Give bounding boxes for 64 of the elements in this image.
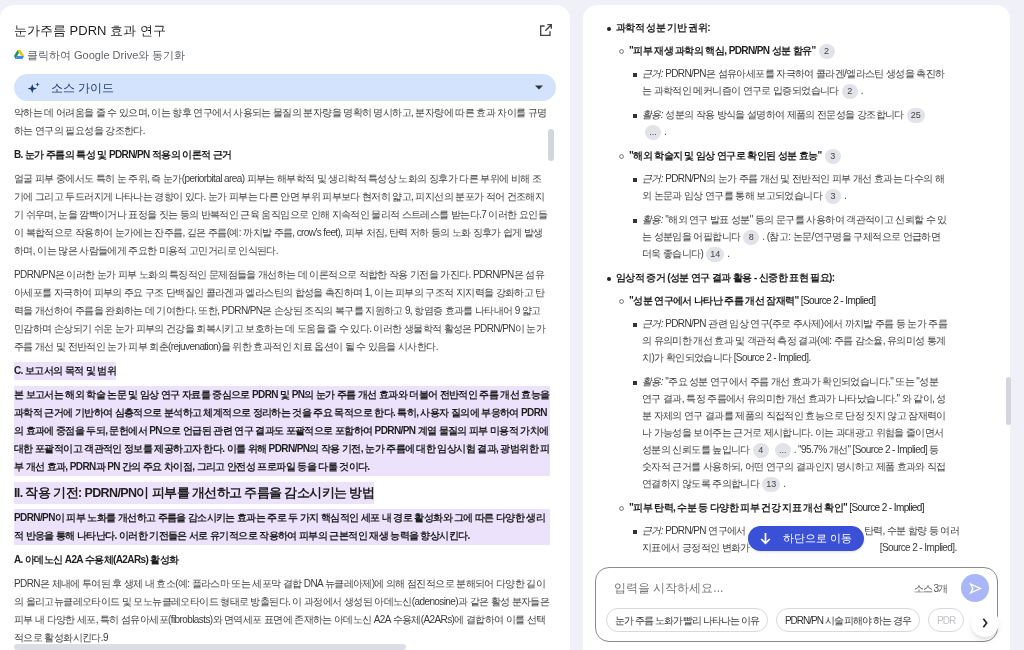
citation-chip[interactable]: 25 bbox=[906, 107, 925, 123]
body-paragraph: PDRN/PN이 피부 노화를 개선하고 주름을 감소시키는 효과는 주로 두 가지 핵심적인 세포 내 경로 활성화와 그에 따른 다양한 생리적 반응을 통해 나타난다. 이러한 기전들은 서로 유기적으로 작용하여 피부의 근본적인 재생 능력을 향상시킨다. bbox=[14, 509, 550, 545]
scrollbar-thumb[interactable] bbox=[548, 129, 554, 161]
chevron-right-icon bbox=[981, 618, 989, 628]
citation-chip[interactable]: 8 bbox=[743, 229, 760, 245]
citation-chip[interactable]: 13 bbox=[762, 476, 781, 492]
bullet-icon bbox=[633, 114, 637, 118]
list-item-text: 근거: PDRN/PN 연구에서 하단으로 이동 탄력, 수분 함량 등 여러 지표에서 긍정적인 변화가 [Source 2 - Implied]. bbox=[642, 524, 960, 555]
scrollbar-thumb[interactable] bbox=[1006, 377, 1011, 425]
list-item-text: "성분 연구에서 나타난 주름 개선 잠재력" [Source 2 - Implied] bbox=[629, 294, 876, 308]
list-item-text: "피부 탄력, 수분 등 다양한 피부 건강 지표 개선 확인" [Source 2 - Implied] bbox=[629, 501, 924, 515]
citation-chip[interactable]: 14 bbox=[706, 246, 725, 262]
subheading: A. 아데노신 A2A 수용체(A2ARs) 활성화 bbox=[14, 553, 179, 567]
list-item-text: 과학적 성분 기반 권위: bbox=[616, 21, 710, 35]
bullet-icon bbox=[633, 219, 637, 223]
arrow-down-icon bbox=[759, 532, 771, 545]
citation-chip[interactable]: 4 bbox=[752, 442, 769, 458]
subheading: B. 눈가 주름의 특성 및 PDRN/PN 적용의 이론적 근거 bbox=[14, 148, 232, 162]
source-title: 눈가주름 PDRN 효과 연구 bbox=[14, 22, 166, 40]
bullet-icon bbox=[619, 299, 624, 304]
body-paragraph: PDRN은 체내에 투여된 후 생체 내 효소(예: 플라스마 또는 세포막 결합 DNA 뉴클레아제)에 의해 점진적으로 분해되어 다양한 길이의 올리고뉴클레오타이드 및 모노뉴클레오타이드 형태로 방출된다. 이 과정에서 생성된 아데노신(adenosine)과 같은 활성 분자들은 피부 내 다양한 세포, 특히 섬유아세포(fibroblasts)와 면역세포 표면에 존재하는 아데노신 A2A 수용체(A2ARs)에 결합하여 이를 선택적으로 활성화시킨다.9 bbox=[14, 577, 550, 645]
list-item-text: 근거: PDRN/PN 관련 임상 연구(주로 주사제)에서 까치발 주름 등 눈가 주름의 유의미한 개선 효과 및 객관적 측정 결과(예: 주름 감소율, 유의미성 통계치)가 확인되었습니다 [Source 2 - Implied]. bbox=[642, 317, 948, 365]
citation-chip[interactable]: ... bbox=[645, 124, 661, 140]
section-heading: II. 작용 기전: PDRN/PN이 피부를 개선하고 주름을 감소시키는 방법 bbox=[14, 482, 375, 504]
bullet-icon bbox=[619, 506, 624, 511]
list-item-text: 근거: PDRN/PN은 섬유아세포를 자극하여 콜라겐/엘라스틴 생성을 촉진하는 과학적인 메커니즘이 연구로 입증되었습니다 2 . bbox=[642, 65, 948, 99]
list-item-text: 활용: "해외 연구 발표 성분" 등의 문구를 사용하여 객관적이고 신뢰할 수 있는 성분임을 어필합니다 8 . (참고: 논문/연구명을 구체적으로 언급하면 더욱 좋습니다) 14 . bbox=[642, 211, 948, 262]
bullet-icon bbox=[607, 277, 611, 281]
send-icon bbox=[968, 581, 982, 595]
body-paragraph: 얼굴 피부 중에서도 특히 눈 주위, 즉 눈가(periorbital area) 피부는 해부학적 및 생리학적 특성상 노화의 징후가 다른 부위에 비해 조기에 그리고 두드러지게 나타나는 경향이 있다. 눈가 피부는 다른 안면 부위 피부보다 현저히 얇고, 피지선의 분포가 적어 건조해지기 쉬우며, 눈을 깜빡이거나 표정을 짓는 등의 반복적인 근육 움직임으로 인해 지속적인 물리적 스트레스를 받는다.7 이러한 요인들이 복합적으로 작용하여 눈가에는 잔주름, 깊은 주름(예: 까치발 주름, crow's feet), 피부 처짐, 탄력 저하 등의 노화 징후가 쉽게 발생하며, 이는 많은 사람들에게 주요한 미용적 고민거리로 인식된다. bbox=[14, 172, 548, 258]
citation-chip[interactable]: ... bbox=[774, 442, 791, 458]
bullet-icon bbox=[633, 381, 637, 385]
list-item-text: 근거: PDRN/PN의 눈가 주름 개선 및 전반적인 피부 개선 효과는 다수의 해외 논문과 임상 연구를 통해 보고되었습니다 3 . bbox=[642, 170, 948, 204]
scrollbar-thumb[interactable] bbox=[14, 644, 406, 650]
bullet-icon bbox=[607, 27, 611, 31]
triangle-logo-icon bbox=[14, 50, 24, 60]
caret-down-icon bbox=[535, 85, 543, 90]
citation-chip[interactable]: 2 bbox=[841, 83, 858, 99]
list-item-text: 활용: 성분의 작용 방식을 설명하여 제품의 전문성을 강조합니다 25 ... . bbox=[642, 106, 948, 140]
send-button[interactable] bbox=[961, 574, 989, 602]
body-paragraph: 악하는 데 어려움을 줄 수 있으며, 이는 향후 연구에서 사용되는 물질의 분자량을 명확히 명시하고, 분자량에 따른 효과 차이를 규명하는 연구의 필요성을 강조한다. bbox=[14, 106, 548, 138]
citation-chip[interactable]: 3 bbox=[824, 148, 841, 164]
list-item-text: "피부 재생 과학의 핵심, PDRN/PN 성분 함유" 2 bbox=[629, 42, 838, 59]
bullet-icon bbox=[619, 154, 624, 159]
list-item-text: 임상적 증거 (성분 연구 결과 활용 - 신중한 표현 필요): bbox=[616, 271, 835, 285]
source-count: 소스 3개 bbox=[913, 581, 947, 596]
chat-input-field[interactable]: 입력을 시작하세요... bbox=[614, 579, 914, 597]
list-item-text: 활용: "주요 성분 연구에서 주름 개선 효과가 확인되었습니다." 또는 "성분 연구 결과, 특정 주름에서 유의미한 개선 효과가 나타났습니다." 와 같이, 성분 자체의 연구 결과를 제품의 직접적인 효능으로 단정 짓지 않고 잠재력이나 가능성을 보여주는 근거로 제시합니다. 이는 과대광고 위험을 줄이면서 성분의 신뢰도를 높입니다 4 ... . "95.7% 개선" [Source 2 - Implied] 등 숫자적 근거를 사용하되, 어떤 연구의 결과인지 명시하고 제품 효과와 직접 연결하지 않도록 주의합니다 13 . bbox=[642, 373, 948, 492]
bullet-icon bbox=[633, 178, 637, 182]
sync-drive-link[interactable]: 클릭하여 Google Drive와 동기화 bbox=[27, 46, 186, 63]
bullet-icon bbox=[633, 323, 637, 327]
source-guide-bar[interactable]: 소스 가이드 bbox=[14, 74, 556, 101]
body-paragraph: 본 보고서는 해외 학술 논문 및 임상 연구 자료를 중심으로 PDRN 및 PN의 눈가 주름 개선 효과와 더불어 전반적인 주름 개선 효능을 과학적 근거에 기반하여 심층적으로 분석하고 체계적으로 정리하는 것을 주요 목적으로 한다. 특히, 사용자 질의에 부응하여 PDRN의 효과에 중점을 두되, 문헌에서 PN으로 언급된 관련 연구 결과도 포괄적으로 포함하여 PDRN/PN 계열 물질의 피부 미용적 가치에 대한 포괄적이고 객관적인 정보를 제공하고자 한다. 이를 위해 PDRN/PN의 작용 기전, 눈가 주름에 대한 임상시험 결과, 광범위한 피부 개선 효과, PDRN과 PN 간의 주요 차이점, 그리고 안전성 프로파일 등을 다룰 것이다. bbox=[14, 386, 550, 476]
sparkle-icon bbox=[27, 80, 41, 95]
list-item-text: "해외 학술지 및 임상 연구로 확인된 성분 효능" 3 bbox=[629, 147, 844, 164]
bullet-icon bbox=[619, 49, 624, 54]
open-external-icon[interactable] bbox=[538, 22, 554, 38]
citation-chip[interactable]: 2 bbox=[818, 43, 835, 59]
bullet-icon bbox=[633, 73, 637, 77]
next-suggestions-button[interactable] bbox=[971, 609, 999, 637]
citation-chip[interactable]: 3 bbox=[825, 188, 842, 204]
body-paragraph: PDRN/PN은 이러한 눈가 피부 노화의 특징적인 문제점들을 개선하는 데 이론적으로 적합한 작용 기전을 가진다. PDRN/PN은 섬유아세포를 자극하여 피부의 주요 구조 단백질인 콜라겐과 엘라스틴의 합성을 촉진하며 1, 이는 피부의 구조적 지지력을 강화하고 탄력을 개선하여 주름을 완화하는 데 기여한다. 또한, PDRN/PN은 손상된 조직의 복구를 지원하고 9, 항염증 효과를 나타내어 9 얇고 민감하며 손상되기 쉬운 눈가 피부의 건강을 회복시키고 보호하는 데 도움을 줄 수 있다. 이러한 생물학적 활성은 PDRN/PN이 눈가 주름 개선 및 전반적인 눈가 피부 회춘(rejuvenation)을 위한 효과적인 치료 옵션이 될 수 있음을 시사한다. bbox=[14, 268, 547, 354]
subheading: C. 보고서의 목적 및 범위 bbox=[14, 362, 117, 380]
bullet-icon bbox=[633, 530, 637, 534]
